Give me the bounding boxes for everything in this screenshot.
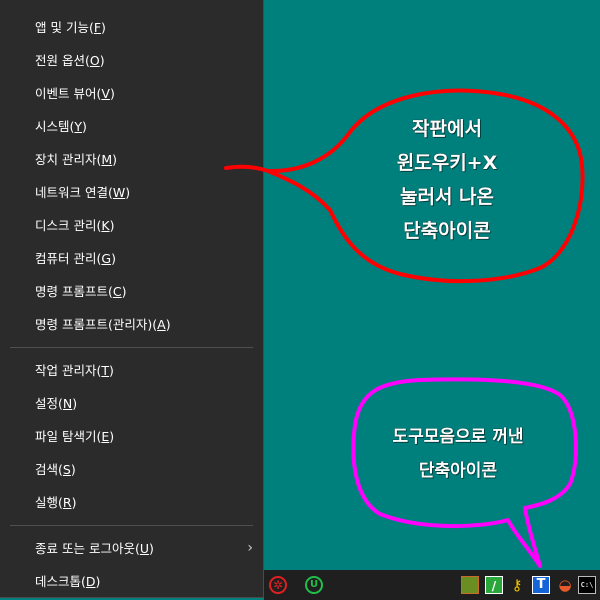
menu-item-label: 네트워크 연결	[35, 185, 108, 200]
menu-item-accelerator: (N)	[58, 396, 78, 411]
menu-item-m[interactable]: 장치 관리자(M)	[0, 143, 263, 176]
menu-item-k[interactable]: 디스크 관리(K)	[0, 209, 263, 242]
menu-item-accelerator: (F)	[88, 20, 106, 35]
menu-item-o[interactable]: 전원 옵션(O)	[0, 44, 263, 77]
menu-item-label: 작업 관리자	[35, 363, 97, 378]
menu-item-accelerator: (S)	[58, 462, 76, 477]
menu-item-label: 전원 옵션	[35, 53, 85, 68]
green-u-icon[interactable]: U	[305, 576, 323, 594]
accelerator-key: N	[62, 396, 73, 411]
accelerator-key: M	[101, 152, 113, 167]
menu-item-accelerator: (W)	[107, 185, 131, 200]
accelerator-key: O	[89, 53, 100, 68]
menu-item-label: 시스템	[35, 119, 70, 134]
menu-item-label: 앱 및 기능	[35, 20, 89, 35]
menu-item-r[interactable]: 실행(R)	[0, 486, 263, 519]
settings-gear-icon[interactable]: ✲	[269, 576, 287, 594]
menu-item-c[interactable]: 명령 프롬프트(C)	[0, 275, 263, 308]
menu-item-label: 장치 관리자	[35, 152, 97, 167]
winx-context-menu: 앱 및 기능(F) 전원 옵션(O) 이벤트 뷰어(V) 시스템(Y) 장치 관리자(M…	[0, 0, 264, 598]
menu-item-e[interactable]: 파일 탐색기(E)	[0, 420, 263, 453]
image-app-icon[interactable]	[461, 576, 479, 594]
accelerator-key: A	[157, 317, 166, 332]
red-bubble-line: 단축아이콘	[403, 220, 491, 242]
menu-item-label: 명령 프롬프트(관리자)	[35, 317, 153, 332]
menu-item-label: 설정	[35, 396, 59, 411]
menu-item-g[interactable]: 컴퓨터 관리(G)	[0, 242, 263, 275]
menu-item-label: 파일 탐색기	[35, 429, 97, 444]
menu-item-accelerator: (R)	[58, 495, 77, 510]
accelerator-key: Y	[74, 119, 83, 134]
menu-item-label: 컴퓨터 관리	[35, 251, 97, 266]
accelerator-key: C	[112, 284, 122, 299]
accelerator-key: D	[85, 574, 96, 589]
menu-item-accelerator: (U)	[134, 541, 154, 556]
menu-item-accelerator: (C)	[107, 284, 127, 299]
red-bubble-line: 작판에서	[412, 118, 482, 140]
accelerator-key: U	[139, 541, 149, 556]
magenta-bubble-text: 도구모음으로 꺼낸 단축아이콘	[368, 420, 548, 488]
paint-icon[interactable]: ◒	[556, 576, 574, 594]
menu-divider	[10, 347, 253, 348]
menu-group-3: 종료 또는 로그아웃(U) › 데스크톱(D)	[0, 532, 263, 598]
menu-item-label: 종료 또는 로그아웃	[35, 541, 135, 556]
key-icon[interactable]: ⚷	[508, 576, 526, 594]
menu-item-u[interactable]: 종료 또는 로그아웃(U) ›	[0, 532, 263, 565]
menu-item-accelerator: (Y)	[69, 119, 87, 134]
accelerator-key: K	[101, 218, 110, 233]
menu-item-a[interactable]: 명령 프롬프트(관리자)(A)	[0, 308, 263, 341]
menu-item-label: 실행	[35, 495, 59, 510]
cmd-label: C:\	[580, 581, 594, 589]
menu-item-label: 명령 프롬프트	[35, 284, 108, 299]
magenta-bubble-line: 도구모음으로 꺼낸	[392, 427, 524, 447]
notepad-icon[interactable]: /	[485, 576, 503, 594]
accelerator-key: T	[101, 363, 110, 378]
menu-item-t[interactable]: 작업 관리자(T)	[0, 354, 263, 387]
menu-item-accelerator: (V)	[96, 86, 115, 101]
menu-item-accelerator: (E)	[96, 429, 115, 444]
menu-group-1: 앱 및 기능(F) 전원 옵션(O) 이벤트 뷰어(V) 시스템(Y) 장치 관리자(M…	[0, 11, 263, 341]
taskbar: ✲ U / ⚷ T ◒ C:\	[264, 570, 600, 600]
cmd-icon[interactable]: C:\	[578, 576, 596, 594]
menu-item-y[interactable]: 시스템(Y)	[0, 110, 263, 143]
accelerator-key: E	[101, 429, 110, 444]
red-bubble-text: 작판에서 윈도우키+X 눌러서 나온 단축아이콘	[372, 112, 522, 248]
accelerator-key: G	[101, 251, 112, 266]
menu-item-accelerator: (A)	[152, 317, 171, 332]
menu-item-label: 검색	[35, 462, 59, 477]
t-text-label: T	[536, 577, 546, 592]
menu-group-2: 작업 관리자(T) 설정(N) 파일 탐색기(E) 검색(S) 실행(R)	[0, 354, 263, 519]
accelerator-key: W	[112, 185, 126, 200]
menu-item-accelerator: (O)	[84, 53, 105, 68]
menu-item-w[interactable]: 네트워크 연결(W)	[0, 176, 263, 209]
chevron-right-icon: ›	[247, 540, 253, 556]
menu-item-accelerator: (T)	[96, 363, 114, 378]
menu-item-label: 디스크 관리	[35, 218, 97, 233]
accelerator-key: F	[93, 20, 102, 35]
menu-divider	[10, 525, 253, 526]
menu-item-accelerator: (G)	[96, 251, 116, 266]
accelerator-key: V	[101, 86, 110, 101]
red-bubble-line: 눌러서 나온	[399, 186, 494, 208]
magenta-bubble-line: 단축아이콘	[418, 461, 498, 481]
accelerator-key: S	[62, 462, 71, 477]
t-text-icon[interactable]: T	[532, 576, 550, 594]
menu-item-d[interactable]: 데스크톱(D)	[0, 565, 263, 598]
menu-item-n[interactable]: 설정(N)	[0, 387, 263, 420]
menu-item-label: 데스크톱	[35, 574, 82, 589]
accelerator-key: R	[62, 495, 72, 510]
red-bubble-line: 윈도우키+X	[396, 152, 498, 174]
menu-item-accelerator: (D)	[81, 574, 101, 589]
menu-item-v[interactable]: 이벤트 뷰어(V)	[0, 77, 263, 110]
menu-item-accelerator: (M)	[96, 152, 118, 167]
menu-item-label: 이벤트 뷰어	[35, 86, 97, 101]
menu-item-s[interactable]: 검색(S)	[0, 453, 263, 486]
green-u-label: U	[309, 579, 319, 590]
menu-item-accelerator: (K)	[96, 218, 115, 233]
menu-item-f[interactable]: 앱 및 기능(F)	[0, 11, 263, 44]
